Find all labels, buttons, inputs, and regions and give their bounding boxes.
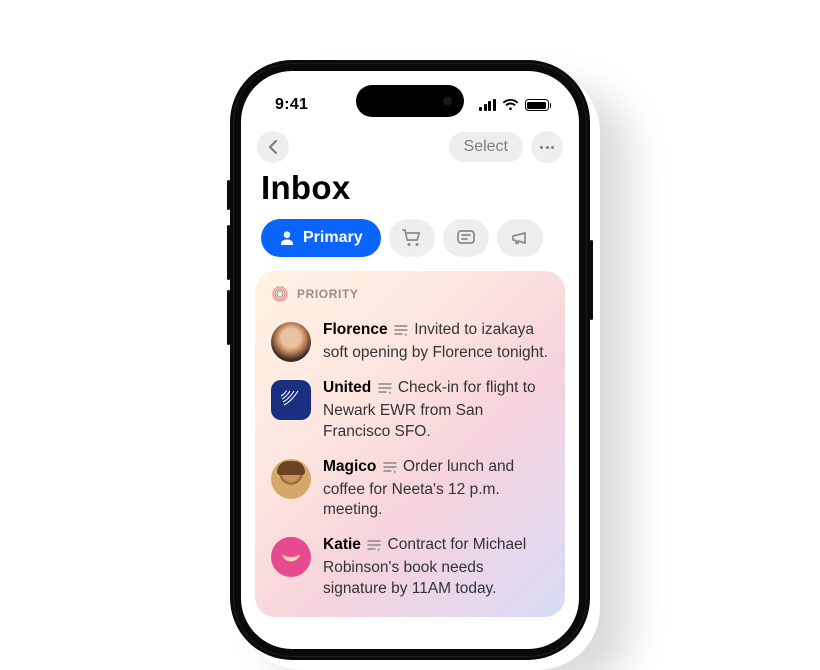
sender: United	[323, 379, 371, 396]
sender: Katie	[323, 536, 361, 553]
summary-icon	[367, 537, 381, 558]
cellular-icon	[479, 99, 496, 111]
avatar	[271, 380, 311, 420]
priority-item[interactable]: Magico Order lunch and coffee for Neeta'…	[271, 450, 549, 529]
chevron-left-icon	[268, 140, 278, 154]
tab-primary[interactable]: Primary	[261, 219, 381, 257]
megaphone-icon	[510, 229, 530, 247]
phone-frame: 9:41 Select	[230, 60, 590, 660]
priority-item[interactable]: Katie Contract for Michael Robinson's bo…	[271, 528, 549, 607]
select-button[interactable]: Select	[449, 132, 523, 162]
summary-icon	[394, 322, 408, 343]
wifi-icon	[502, 99, 519, 111]
avatar	[271, 459, 311, 499]
priority-label: PRIORITY	[297, 287, 358, 301]
tab-primary-label: Primary	[303, 229, 363, 247]
sender: Magico	[323, 458, 376, 475]
battery-icon	[525, 99, 552, 111]
summary-icon	[383, 459, 397, 480]
tab-promotions[interactable]	[497, 219, 543, 257]
tab-updates[interactable]	[443, 219, 489, 257]
avatar	[271, 537, 311, 577]
sender: Florence	[323, 321, 388, 338]
category-tabs: Primary	[241, 219, 579, 271]
intelligence-icon	[271, 285, 289, 303]
status-time: 9:41	[275, 96, 308, 114]
nav-bar: Select	[241, 125, 579, 169]
screen: 9:41 Select	[241, 71, 579, 649]
tab-shopping[interactable]	[389, 219, 435, 257]
back-button[interactable]	[257, 131, 289, 163]
priority-section: PRIORITY Florence Invited to izakaya sof…	[255, 271, 565, 617]
cart-icon	[402, 229, 422, 247]
priority-item[interactable]: Florence Invited to izakaya soft opening…	[271, 313, 549, 371]
priority-item[interactable]: United Check-in for flight to Newark EWR…	[271, 371, 549, 450]
dynamic-island	[356, 85, 464, 117]
summary-icon	[378, 380, 392, 401]
ellipsis-icon	[540, 146, 554, 149]
page-title: Inbox	[241, 169, 579, 219]
message-icon	[456, 229, 476, 247]
more-button[interactable]	[531, 131, 563, 163]
person-icon	[279, 230, 295, 246]
avatar	[271, 322, 311, 362]
